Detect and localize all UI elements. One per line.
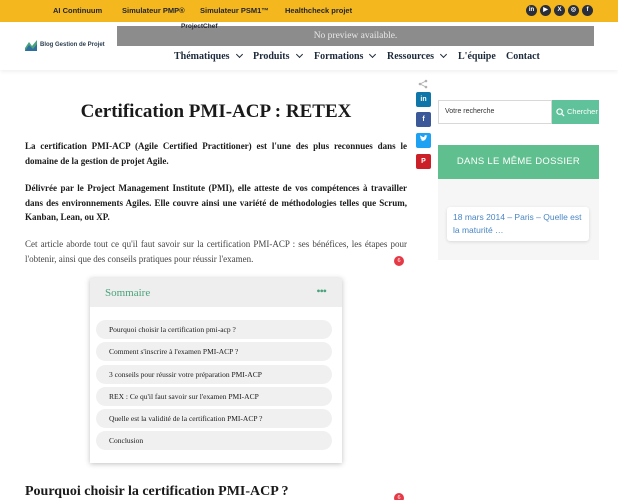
logo-mark-icon: [25, 40, 37, 51]
related-posts-widget: DANS LE MÊME DOSSIER 18 mars 2014 – Pari…: [438, 145, 599, 260]
share-pinterest-icon[interactable]: P: [416, 154, 431, 169]
toc-item[interactable]: Comment s'inscrire à l'examen PMI-ACP ?: [96, 342, 332, 361]
search-button[interactable]: Chercher: [552, 100, 599, 124]
table-of-contents: Sommaire ••• Pourquoi choisir la certifi…: [90, 278, 342, 463]
toc-item[interactable]: Pourquoi choisir la certification pmi-ac…: [96, 320, 332, 339]
top-bar: AI Continuum Simulateur PMP® Simulateur …: [0, 0, 618, 22]
search-input[interactable]: Votre recherche: [438, 100, 552, 124]
intro-paragraph-2: Délivrée par le Project Management Insti…: [25, 183, 407, 222]
toc-header[interactable]: Sommaire •••: [90, 278, 342, 307]
search-icon: [556, 108, 565, 117]
toc-title: Sommaire: [105, 287, 151, 299]
topbar-link-simulateur-psm1[interactable]: Simulateur PSM1™: [200, 6, 269, 15]
search-button-label: Chercher: [567, 107, 598, 116]
comment-count-badge[interactable]: 6: [394, 493, 404, 500]
chevron-down-icon: [235, 50, 243, 59]
linkedin-icon[interactable]: in: [526, 5, 537, 16]
youtube-icon[interactable]: ▶: [540, 5, 551, 16]
toc-item[interactable]: REX : Ce qu'il faut savoir sur l'examen …: [96, 387, 332, 406]
related-post-card[interactable]: 18 mars 2014 – Paris – Quelle est la mat…: [447, 207, 589, 241]
widget-title: DANS LE MÊME DOSSIER: [438, 145, 599, 179]
nav-thematiques[interactable]: Thématiques: [174, 50, 243, 62]
intro-paragraph-3: Cet article aborde tout ce qu'il faut sa…: [25, 239, 407, 264]
toc-menu-icon[interactable]: •••: [316, 284, 327, 299]
site-header: Blog Gestion de Projet No preview availa…: [0, 22, 618, 70]
site-logo[interactable]: Blog Gestion de Projet: [24, 39, 119, 55]
chevron-down-icon: [439, 50, 448, 59]
chevron-down-icon: [295, 50, 303, 59]
chevron-down-icon: [369, 50, 377, 59]
page-title: Certification PMI-ACP : RETEX: [80, 101, 352, 122]
topbar-link-ai-continuum[interactable]: AI Continuum: [53, 6, 102, 15]
share-facebook-icon[interactable]: f: [416, 112, 431, 127]
intro-paragraph-1: La certification PMI-ACP (Agile Certifie…: [25, 141, 407, 166]
toc-item[interactable]: 3 conseils pour réussir votre préparatio…: [96, 365, 332, 384]
topbar-link-simulateur-pmp[interactable]: Simulateur PMP®: [122, 6, 185, 15]
instagram-icon[interactable]: ◎: [568, 5, 579, 16]
comment-count-badge[interactable]: 6: [394, 256, 404, 266]
nav-contact[interactable]: Contact: [506, 51, 540, 62]
share-linkedin-icon[interactable]: in: [416, 92, 431, 107]
topbar-link-projectchef[interactable]: ProjectChef: [181, 23, 217, 30]
x-icon[interactable]: X: [554, 5, 565, 16]
topbar-link-healthcheck[interactable]: Healthcheck projet: [285, 6, 352, 15]
toc-item[interactable]: Quelle est la validité de la certificati…: [96, 409, 332, 428]
share-twitter-icon[interactable]: [416, 133, 431, 148]
section-heading: Pourquoi choisir la certification PMI-AC…: [25, 484, 289, 499]
facebook-icon[interactable]: f: [582, 5, 593, 16]
twitter-icon: [419, 135, 428, 141]
nav-equipe[interactable]: L'équipe: [458, 51, 496, 62]
related-post-link[interactable]: 18 mars 2014 – Paris – Quelle est la mat…: [453, 211, 587, 236]
toc-item[interactable]: Conclusion: [96, 431, 332, 450]
logo-text: Blog Gestion de Projet: [40, 42, 105, 48]
share-icon: [418, 79, 428, 89]
nav-produits[interactable]: Produits: [253, 50, 303, 62]
nav-ressources[interactable]: Ressources: [387, 50, 448, 62]
nav-formations[interactable]: Formations: [314, 50, 377, 62]
